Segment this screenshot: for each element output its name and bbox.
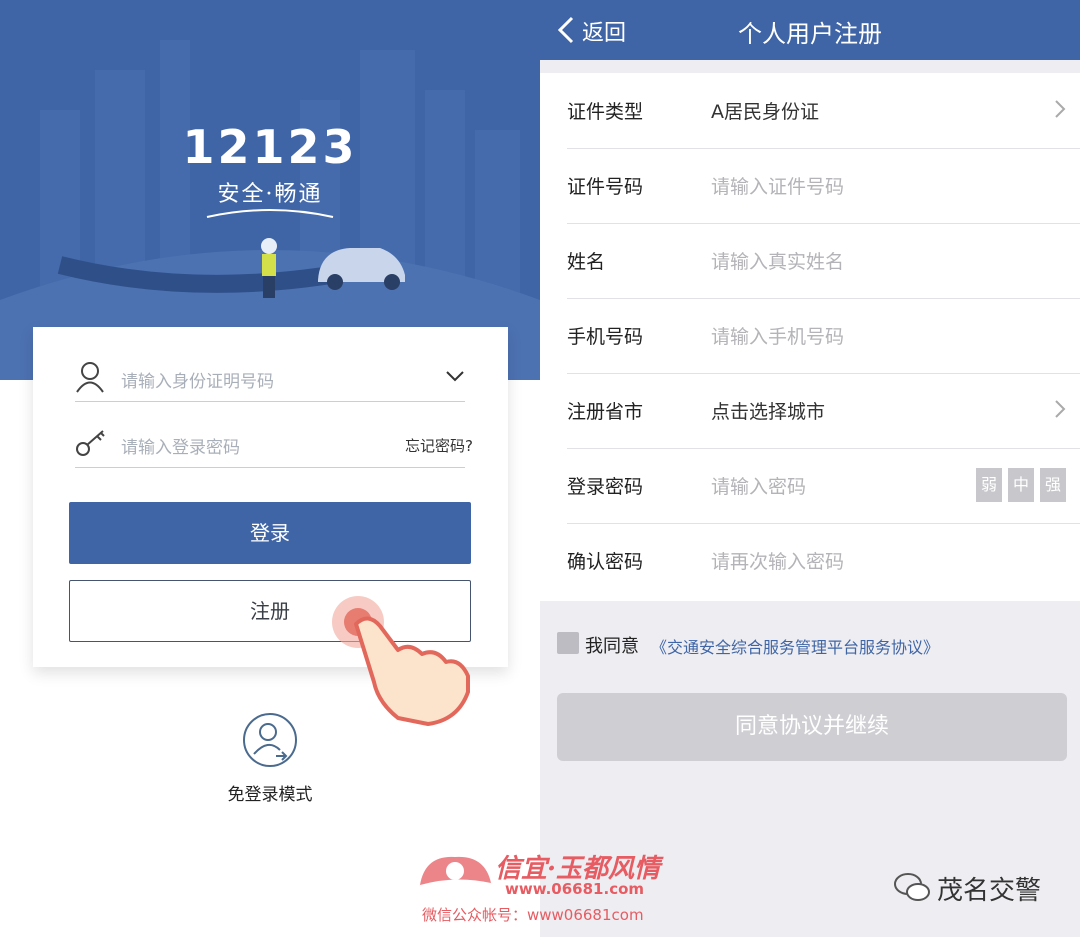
chevron-right-icon [1055,400,1066,418]
password-strength: 弱中强 [970,468,1066,502]
site-watermark-logo [420,856,491,885]
pointing-hand-icon [332,596,470,726]
slogan-underline [206,209,334,218]
id-number-field[interactable]: 请输入证件号码 [711,172,844,199]
id-number-row[interactable]: 证件号码 请输入证件号码 [567,148,1080,224]
name-row[interactable]: 姓名 请输入真实姓名 [567,223,1080,299]
strength-medium: 中 [1008,468,1034,502]
id-type-label: 证件类型 [567,101,644,123]
app-slogan: 安全·畅通 [217,182,323,207]
guest-mode-label[interactable]: 免登录模式 [180,780,360,805]
forgot-password-link[interactable]: 忘记密码? [405,435,473,456]
city-row[interactable]: 注册省市 点击选择城市 [567,373,1080,449]
watermark-wechat-name: 茂名交警 [937,876,1042,906]
agree-checkbox[interactable] [557,632,579,654]
confirm-password-label: 确认密码 [567,551,644,573]
chevron-down-icon[interactable] [445,369,465,383]
id-type-value: A居民身份证 [711,101,819,123]
name-field[interactable]: 请输入真实姓名 [711,247,844,274]
strength-weak: 弱 [976,468,1002,502]
login-screen: 12123 安全·畅通 请输入身份证明号码 请输入登录密码 忘记密码? 登录 注… [0,0,540,937]
id-number-placeholder: 请输入身份证明号码 [121,372,274,392]
guest-mode-icon[interactable] [242,712,298,768]
strength-strong: 强 [1040,468,1066,502]
app-logo: 12123 [182,120,358,174]
password-placeholder: 请输入登录密码 [121,438,240,458]
city-value: 点击选择城市 [711,401,826,423]
user-icon [76,362,104,393]
agree-label[interactable]: 我同意 [585,632,639,658]
page-title: 个人用户注册 [738,20,882,48]
confirm-password-field[interactable]: 请再次输入密码 [711,547,844,574]
key-icon [76,430,105,456]
phone-field[interactable]: 请输入手机号码 [711,322,844,349]
password-row[interactable]: 登录密码 请输入密码 弱中强 [567,448,1080,524]
wechat-icon [894,873,930,901]
password-input[interactable]: 请输入登录密码 忘记密码? [75,423,473,468]
agreement-link[interactable]: 《交通安全综合服务管理平台服务协议》 [651,634,939,658]
police-figure [261,238,277,298]
confirm-password-row[interactable]: 确认密码 请再次输入密码 [567,523,1080,598]
watermark-account: 微信公众帐号：www06681com [422,906,644,924]
password-field[interactable]: 请输入密码 [711,472,806,499]
register-form: 证件类型 A居民身份证 证件号码 请输入证件号码 姓名 请输入真实姓名 手机号码… [540,73,1080,601]
nav-bar: 返回 个人用户注册 [540,0,1080,60]
login-button[interactable]: 登录 [69,502,471,564]
register-screen: 返回 个人用户注册 证件类型 A居民身份证 证件号码 请输入证件号码 姓名 请输… [540,0,1080,937]
watermark-site-url: www.06681.com [505,880,645,898]
name-label: 姓名 [567,251,606,273]
hero-banner: 12123 安全·畅通 [0,0,540,380]
agree-continue-button[interactable]: 同意协议并继续 [557,693,1067,761]
password-label: 登录密码 [567,476,644,498]
chevron-right-icon [1055,100,1066,118]
id-number-input[interactable]: 请输入身份证明号码 [75,357,465,402]
city-label: 注册省市 [567,401,644,423]
id-number-label: 证件号码 [567,176,644,198]
phone-label: 手机号码 [567,326,644,348]
id-type-row[interactable]: 证件类型 A居民身份证 [567,73,1080,149]
phone-row[interactable]: 手机号码 请输入手机号码 [567,298,1080,374]
